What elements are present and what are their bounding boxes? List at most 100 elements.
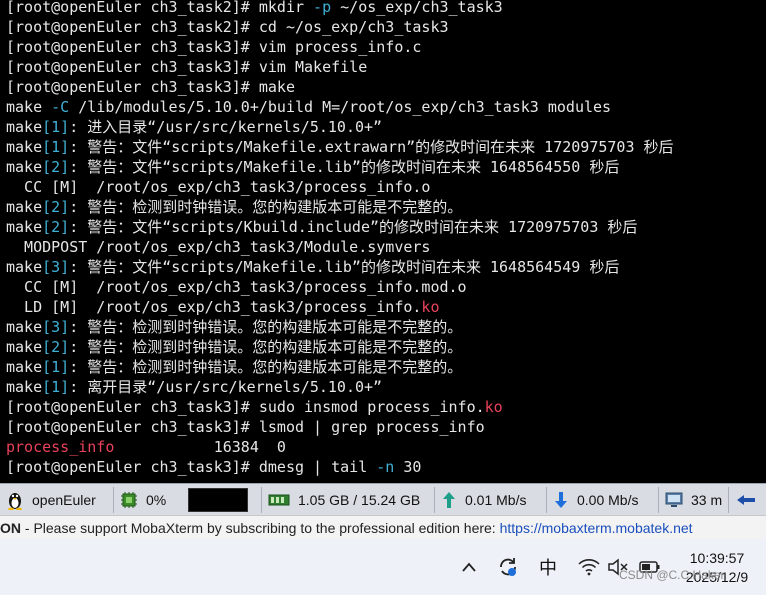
terminal-text-segment: [2]: [42, 218, 70, 236]
terminal-text-segment: [root@openEuler ch3_task3]# sudo insmod …: [6, 398, 485, 416]
wifi-icon: [578, 559, 600, 576]
terminal-output[interactable]: [root@openEuler ch3_task2]# mkdir -p ~/o…: [0, 0, 766, 483]
upload-value: 0.01 Mb/s: [465, 492, 527, 508]
terminal-line: [root@openEuler ch3_task3]# vim process_…: [6, 37, 421, 57]
terminal-line: LD [M] /root/os_exp/ch3_task3/process_in…: [6, 297, 439, 317]
terminal-line: [root@openEuler ch3_task3]# vim Makefile: [6, 57, 367, 77]
terminal-text-segment: : 警告：文件“scripts/Makefile.extrawarn”的修改时间…: [69, 138, 674, 156]
terminal-text-segment: : 警告：文件“scripts/Makefile.lib”的修改时间在未来 16…: [69, 158, 620, 176]
terminal-line: make[2]: 警告：检测到时钟错误。您的构建版本可能是不完整的。: [6, 337, 462, 357]
terminal-text-segment: [root@openEuler ch3_task3]# dmesg | tail: [6, 458, 377, 476]
status-host[interactable]: openEuler: [0, 487, 114, 513]
terminal-text-segment: [1]: [42, 118, 70, 136]
terminal-line: make[1]: 警告：检测到时钟错误。您的构建版本可能是不完整的。: [6, 357, 462, 377]
terminal-line: make[1]: 离开目录“/usr/src/kernels/5.10.0+”: [6, 377, 382, 397]
terminal-line: make[1]: 进入目录“/usr/src/kernels/5.10.0+”: [6, 117, 382, 137]
terminal-text-segment: make: [6, 218, 43, 236]
upload-arrow-icon: [443, 492, 455, 508]
tray-sync[interactable]: [496, 555, 520, 579]
terminal-line: make[1]: 警告：文件“scripts/Makefile.extrawar…: [6, 137, 674, 157]
notice-link[interactable]: https://mobaxterm.mobatek.net: [500, 520, 693, 536]
terminal-text-segment: make: [6, 338, 43, 356]
terminal-text-segment: make: [6, 358, 43, 376]
monitor-icon: [665, 492, 683, 507]
support-notice: ON - Please support MobaXterm by subscri…: [0, 515, 766, 540]
sync-icon: [500, 558, 516, 576]
terminal-text-segment: [3]: [42, 258, 70, 276]
terminal-text-segment: [root@openEuler ch3_task3]# vim Makefile: [6, 58, 368, 76]
status-cpu[interactable]: 0%: [114, 487, 262, 513]
host-label: openEuler: [32, 492, 96, 508]
terminal-text-segment: make: [6, 258, 43, 276]
tray-chevron[interactable]: [458, 555, 480, 579]
status-arrows[interactable]: [729, 487, 766, 513]
terminal-text-segment: /lib/modules/5.10.0+/build M=/root/os_ex…: [69, 98, 612, 116]
terminal-text-segment: CC [M] /root/os_exp/ch3_task3/process_in…: [6, 178, 431, 196]
terminal-text-segment: CC [M] /root/os_exp/ch3_task3/process_in…: [6, 278, 467, 296]
terminal-text-segment: : 警告：检测到时钟错误。您的构建版本可能是不完整的。: [69, 318, 463, 336]
terminal-line: [root@openEuler ch3_task3]# make: [6, 77, 295, 97]
terminal-text-segment: [root@openEuler ch3_task3]# lsmod | grep…: [6, 418, 485, 436]
terminal-line: make[2]: 警告：文件“scripts/Kbuild.include”的修…: [6, 217, 637, 237]
terminal-text-segment: : 离开目录“/usr/src/kernels/5.10.0+”: [69, 378, 383, 396]
cpu-value: 0%: [146, 492, 167, 508]
cpu-icon: [121, 492, 137, 508]
chevron-up-icon: [462, 562, 476, 572]
terminal-text-segment: 30: [394, 458, 422, 476]
terminal-text-segment: make: [6, 158, 43, 176]
status-download[interactable]: 0.00 Mb/s: [547, 487, 659, 513]
clock-time: 10:39:57: [689, 550, 745, 566]
terminal-text-segment: 16384 0: [114, 438, 286, 456]
terminal-text-segment: : 警告：检测到时钟错误。您的构建版本可能是不完整的。: [69, 198, 463, 216]
watermark: CSDN @C.C.Haker: [619, 568, 725, 582]
terminal-text-segment: make: [6, 138, 43, 156]
terminal-text-segment: [root@openEuler ch3_task3]# make: [6, 78, 295, 96]
terminal-text-segment: make: [6, 118, 43, 136]
terminal-line: [root@openEuler ch3_task2]# mkdir -p ~/o…: [6, 0, 503, 17]
terminal-text-segment: [root@openEuler ch3_task2]# mkdir: [6, 0, 314, 16]
terminal-text-segment: -C: [51, 98, 70, 116]
terminal-line: [root@openEuler ch3_task3]# lsmod | grep…: [6, 417, 485, 437]
windows-taskbar: 中 10:39:57 2025/12/9: [0, 539, 766, 595]
terminal-text-segment: -p: [313, 0, 332, 16]
terminal-text-segment: MODPOST /root/os_exp/ch3_task3/Module.sy…: [6, 238, 431, 256]
terminal-text-segment: [2]: [42, 338, 70, 356]
terminal-text-segment: make: [6, 318, 43, 336]
ime-label: 中: [539, 558, 557, 578]
notice-text: - Please support MobaXterm by subscribin…: [21, 520, 500, 536]
terminal-text-segment: : 警告：文件“scripts/Makefile.lib”的修改时间在未来 16…: [69, 258, 620, 276]
status-uptime[interactable]: 33 m: [659, 487, 729, 513]
cpu-graph: [188, 488, 249, 512]
memory-value: 1.05 GB / 15.24 GB: [298, 492, 421, 508]
terminal-text-segment: : 警告：检测到时钟错误。您的构建版本可能是不完整的。: [69, 338, 463, 356]
terminal-line: make[2]: 警告：检测到时钟错误。您的构建版本可能是不完整的。: [6, 197, 462, 217]
arrow-left-icon: [737, 495, 755, 505]
terminal-text-segment: ko: [484, 398, 503, 416]
terminal-line: make[3]: 警告：文件“scripts/Makefile.lib”的修改时…: [6, 257, 619, 277]
status-memory[interactable]: 1.05 GB / 15.24 GB: [262, 487, 435, 513]
status-upload[interactable]: 0.01 Mb/s: [435, 487, 547, 513]
terminal-text-segment: make: [6, 198, 43, 216]
terminal-text-segment: [1]: [42, 138, 70, 156]
tray-wifi[interactable]: [577, 555, 601, 579]
input-method-indicator[interactable]: 中: [536, 555, 560, 579]
terminal-text-segment: [2]: [42, 158, 70, 176]
notice-prefix: ON: [0, 520, 21, 536]
terminal-line: [root@openEuler ch3_task2]# cd ~/os_exp/…: [6, 17, 449, 37]
terminal-text-segment: -n: [376, 458, 395, 476]
terminal-line: CC [M] /root/os_exp/ch3_task3/process_in…: [6, 177, 430, 197]
download-arrow-icon: [555, 492, 567, 508]
terminal-text-segment: [1]: [42, 378, 70, 396]
terminal-text-segment: make: [6, 98, 52, 116]
status-bar: openEuler 0% 1.05 GB / 15.24 GB 0.01 Mb/…: [0, 483, 766, 516]
terminal-text-segment: make: [6, 378, 43, 396]
terminal-line: process_info 16384 0: [6, 437, 286, 457]
uptime-value: 33 m: [691, 492, 723, 508]
terminal-line: make[3]: 警告：检测到时钟错误。您的构建版本可能是不完整的。: [6, 317, 462, 337]
penguin-icon: [8, 493, 22, 510]
terminal-text-segment: LD [M] /root/os_exp/ch3_task3/process_in…: [6, 298, 422, 316]
download-value: 0.00 Mb/s: [577, 492, 639, 508]
terminal-text-segment: process_info: [6, 438, 115, 456]
terminal-text-segment: : 警告：检测到时钟错误。您的构建版本可能是不完整的。: [69, 358, 463, 376]
terminal-line: CC [M] /root/os_exp/ch3_task3/process_in…: [6, 277, 467, 297]
